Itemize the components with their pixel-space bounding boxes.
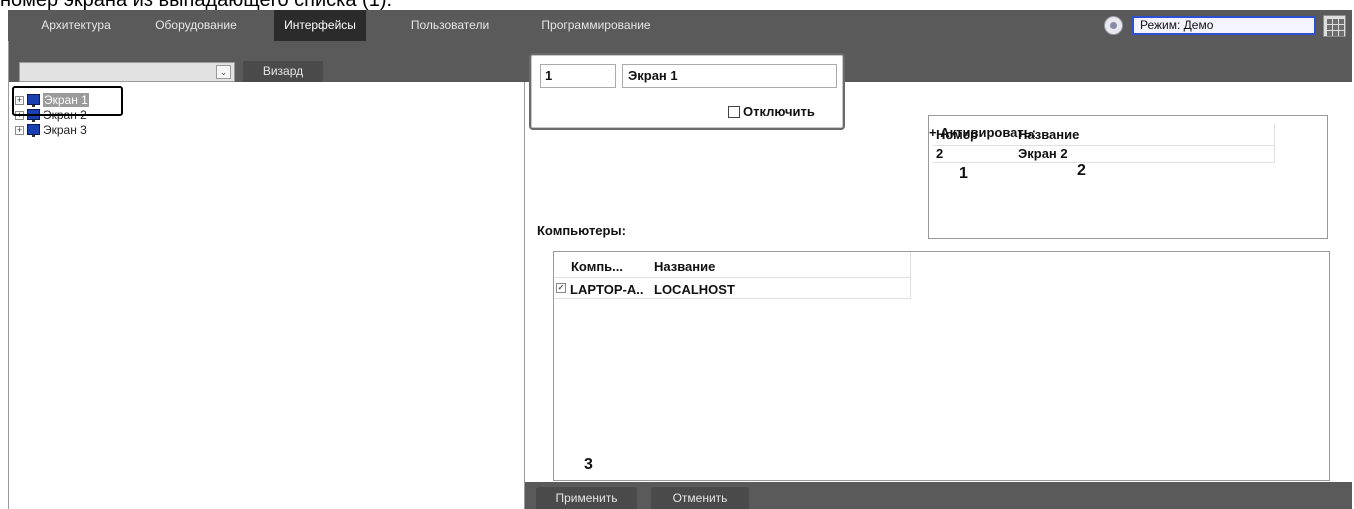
computers-table-header: Компь... Название <box>554 252 911 278</box>
checkbox-icon[interactable] <box>728 106 740 118</box>
callout-2: 2 <box>1077 162 1086 179</box>
activate-label[interactable]: + Активировать: <box>929 125 1036 140</box>
mode-indicator[interactable]: Режим: Демо <box>1132 16 1316 35</box>
computers-label: Компьютеры: <box>537 223 626 238</box>
disable-checkbox[interactable]: Отключить <box>728 104 815 119</box>
tab-interfaces[interactable]: Интерфейсы <box>274 10 366 41</box>
callout-3: 3 <box>584 456 593 473</box>
highlight-frame <box>12 86 123 116</box>
top-nav-bar: Архитектура Оборудование Интерфейсы Поль… <box>8 10 1352 41</box>
left-toolbar: ⌄ Визард <box>9 41 525 82</box>
tab-programming[interactable]: Программирование <box>538 10 654 41</box>
computers-table: Компь... Название ✓ LAPTOP-A.. LOCALHOST <box>553 251 1330 481</box>
gear-icon[interactable] <box>1104 16 1123 35</box>
column-header-computer[interactable]: Компь... <box>571 259 623 274</box>
tree-item-label: Экран 3 <box>43 123 87 137</box>
tab-equipment[interactable]: Оборудование <box>150 10 242 41</box>
tree-item-screen-3[interactable]: + Экран 3 <box>15 123 89 137</box>
bottom-action-bar <box>525 482 1352 509</box>
right-panel: 1 Экран 1 Отключить Номер Название 2 Экр… <box>525 41 1352 509</box>
cell-name: Экран 2 <box>1018 146 1068 161</box>
tab-architecture[interactable]: Архитектура <box>36 10 116 41</box>
screen-number-field[interactable]: 1 <box>540 64 616 88</box>
apply-button[interactable]: Применить <box>536 487 637 509</box>
cell-number: 2 <box>936 146 944 161</box>
screen-properties-box: 1 Экран 1 Отключить <box>529 53 845 130</box>
disable-label: Отключить <box>743 104 815 119</box>
screen-name-field[interactable]: Экран 1 <box>622 64 837 88</box>
grid-layout-icon[interactable] <box>1323 15 1346 37</box>
checkbox-checked-icon[interactable]: ✓ <box>556 283 566 293</box>
cell-name: LOCALHOST <box>654 282 735 297</box>
table-row[interactable]: 2 Экран 2 <box>933 146 1275 163</box>
tab-users[interactable]: Пользователи <box>404 10 496 41</box>
screen-select[interactable]: ⌄ <box>19 62 235 82</box>
column-header-name[interactable]: Название <box>654 259 715 274</box>
monitor-icon <box>27 124 40 137</box>
cancel-button[interactable]: Отменить <box>651 487 749 509</box>
wizard-button[interactable]: Визард <box>243 61 323 82</box>
chevron-down-icon[interactable]: ⌄ <box>216 65 231 79</box>
table-row[interactable]: ✓ LAPTOP-A.. LOCALHOST <box>554 278 911 299</box>
cell-computer: LAPTOP-A.. <box>570 282 644 297</box>
expand-icon[interactable]: + <box>15 126 24 135</box>
callout-1: 1 <box>959 165 968 182</box>
